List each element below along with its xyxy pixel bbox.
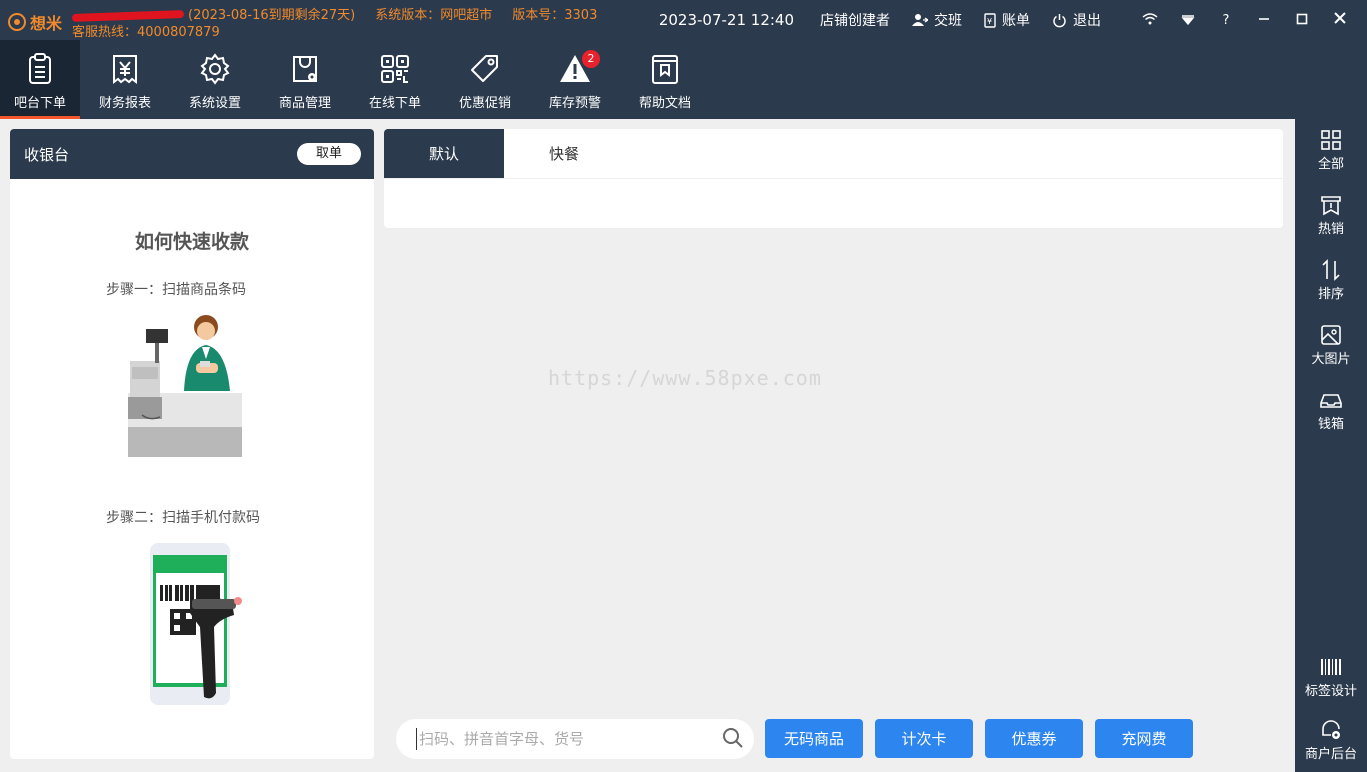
nav-online-order[interactable]: 在线下单 xyxy=(350,40,440,119)
tag-icon xyxy=(471,55,498,82)
payment-scan-illustration xyxy=(150,543,242,705)
retrieve-order-button[interactable]: 取单 xyxy=(297,143,361,165)
help-button[interactable]: ? xyxy=(1207,13,1245,28)
sidebar-item-cashbox[interactable]: 钱箱 xyxy=(1295,389,1367,432)
coupon-button[interactable]: 优惠券 xyxy=(985,719,1083,758)
close-button[interactable] xyxy=(1321,11,1359,29)
cashier-panel: 收银台 取单 如何快速收款 步骤一：扫描商品条码 步骤二：扫描手机付款码 xyxy=(10,129,374,759)
recharge-internet-button[interactable]: 充网费 xyxy=(1095,719,1193,758)
cashier-illustration xyxy=(128,315,242,457)
user-swap-icon xyxy=(912,14,928,26)
count-card-button[interactable]: 计次卡 xyxy=(875,719,973,758)
nav-help-docs[interactable]: 帮助文档 xyxy=(620,40,710,119)
system-version: 系统版本：网吧超市 xyxy=(375,8,493,23)
nav-promotion[interactable]: 优惠促销 xyxy=(440,40,530,119)
category-tabs: 默认 快餐 xyxy=(384,129,1283,179)
cashier-title: 收银台 xyxy=(24,145,70,164)
nav-label: 帮助文档 xyxy=(638,96,691,111)
grid-icon xyxy=(1321,130,1341,150)
sidebar-item-label: 商户后台 xyxy=(1304,747,1357,762)
search-box xyxy=(396,719,754,759)
minimize-button[interactable] xyxy=(1245,11,1283,29)
tab-default[interactable]: 默认 xyxy=(384,129,504,178)
wifi-icon[interactable] xyxy=(1131,11,1169,29)
app-logo: 想米 xyxy=(8,10,62,34)
book-icon xyxy=(652,55,678,84)
nav-label: 在线下单 xyxy=(368,96,421,111)
bill-icon: ¥ xyxy=(984,12,996,28)
sidebar-item-label: 热销 xyxy=(1317,222,1344,237)
hot-icon xyxy=(1321,196,1341,216)
yen-receipt-icon xyxy=(113,55,137,84)
gear-icon xyxy=(200,53,230,85)
nav-stock-alert[interactable]: 2 库存预警 xyxy=(530,40,620,119)
watermark: https://www.58pxe.com xyxy=(548,366,822,390)
logout-button[interactable]: 退出 xyxy=(1052,10,1101,30)
nav-label: 吧台下单 xyxy=(13,96,66,111)
dropdown-triangle-icon[interactable] xyxy=(1169,11,1207,29)
nav-finance-report[interactable]: 财务报表 xyxy=(80,40,170,119)
sidebar-item-label: 大图片 xyxy=(1311,352,1351,367)
maximize-button[interactable] xyxy=(1283,11,1321,29)
step-two-text: 步骤二：扫描手机付款码 xyxy=(106,510,260,526)
sidebar-item-all[interactable]: 全部 xyxy=(1295,129,1367,172)
step-one-text: 步骤一：扫描商品条码 xyxy=(106,282,246,298)
search-icon[interactable] xyxy=(722,727,744,749)
howto-title: 如何快速收款 xyxy=(134,231,249,253)
main-nav: 吧台下单 财务报表 系统设置 商品管理 在线下单 优惠促销 2 库存预警 帮助文… xyxy=(0,40,1367,119)
bag-gear-icon xyxy=(293,56,317,82)
nav-label: 系统设置 xyxy=(188,96,241,111)
logo-mark-icon xyxy=(8,13,26,31)
sidebar-item-label: 排序 xyxy=(1317,287,1344,302)
barcode-icon xyxy=(1321,659,1341,675)
bill-button[interactable]: ¥ 账单 xyxy=(984,10,1030,30)
nav-label: 财务报表 xyxy=(98,96,151,111)
hotline: 客服热线：4000807879 xyxy=(72,25,220,40)
title-bar: 想米 (2023-08-16到期剩余27天) 系统版本：网吧超市 版本号：3303 … xyxy=(0,0,1367,40)
right-sidebar: 全部 热销 排序 大图片 钱箱 标签设计 商户后台 xyxy=(1295,119,1367,772)
no-barcode-product-button[interactable]: 无码商品 xyxy=(765,719,863,758)
nav-system-settings[interactable]: 系统设置 xyxy=(170,40,260,119)
cashbox-icon xyxy=(1320,394,1342,408)
merchant-gear-icon xyxy=(1322,720,1340,739)
nav-bar-order[interactable]: 吧台下单 xyxy=(0,40,80,119)
version-number: 版本号：3303 xyxy=(512,8,598,23)
user-name: 店铺创建者 xyxy=(820,13,890,29)
redacted-store-name xyxy=(71,9,185,22)
sidebar-item-label-design[interactable]: 标签设计 xyxy=(1295,656,1367,699)
shift-button[interactable]: 交班 xyxy=(912,10,962,30)
datetime: 2023-07-21 12:40 xyxy=(658,11,794,29)
nav-product-management[interactable]: 商品管理 xyxy=(260,40,350,119)
nav-label: 商品管理 xyxy=(278,96,331,111)
svg-text:¥: ¥ xyxy=(987,17,992,26)
nav-label: 优惠促销 xyxy=(458,96,511,111)
nav-label: 库存预警 xyxy=(548,96,601,111)
search-input[interactable] xyxy=(416,728,706,750)
stock-alert-badge: 2 xyxy=(582,50,600,68)
logo-text: 想米 xyxy=(30,14,63,33)
qrcode-icon xyxy=(381,55,409,83)
category-panel: 默认 快餐 xyxy=(384,129,1283,228)
tab-fast-food[interactable]: 快餐 xyxy=(504,129,624,178)
image-icon xyxy=(1321,325,1341,345)
power-icon xyxy=(1053,13,1066,27)
clipboard-icon xyxy=(29,53,51,84)
sidebar-item-label: 标签设计 xyxy=(1304,684,1357,699)
cashier-header: 收银台 取单 xyxy=(10,129,374,179)
sidebar-item-sort[interactable]: 排序 xyxy=(1295,259,1367,302)
sidebar-item-big-image[interactable]: 大图片 xyxy=(1295,324,1367,367)
sort-icon xyxy=(1322,259,1340,281)
sidebar-item-label: 钱箱 xyxy=(1317,417,1344,432)
sidebar-item-hot[interactable]: 热销 xyxy=(1295,194,1367,237)
sidebar-item-label: 全部 xyxy=(1317,157,1344,172)
sidebar-item-merchant-backend[interactable]: 商户后台 xyxy=(1295,719,1367,762)
